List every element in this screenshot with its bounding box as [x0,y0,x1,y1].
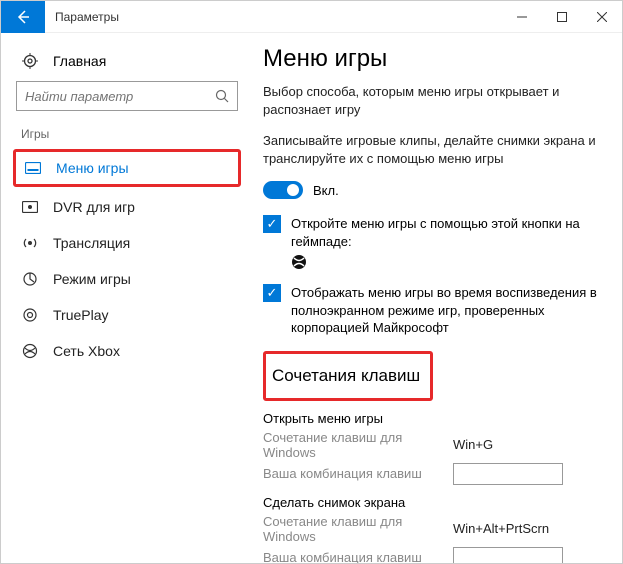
trueplay-icon [21,307,39,323]
close-icon [597,12,607,22]
shortcut-windows-label: Сочетание клавиш для Windows [263,430,453,460]
window-title: Параметры [45,10,502,24]
shortcut-title: Сделать снимок экрана [263,495,600,510]
toggle-knob [287,184,299,196]
maximize-button[interactable] [542,1,582,33]
toggle-label: Вкл. [313,183,339,198]
shortcut-user-label: Ваша комбинация клавиш [263,550,453,563]
shortcut-windows-value: Win+G [453,437,493,452]
sidebar-item-dvr[interactable]: DVR для игр [1,189,253,225]
shortcut-windows-label: Сочетание клавиш для Windows [263,514,453,544]
page-title: Меню игры [263,45,600,73]
xbox-guide-icon [291,254,307,270]
shortcut-user-label: Ваша комбинация клавиш [263,466,453,481]
home-link[interactable]: Главная [1,45,253,81]
sidebar: Главная Игры Меню игры DVR для игр [1,33,253,563]
gamemode-icon [21,271,39,287]
shortcuts-heading: Сочетания клавиш [272,366,420,386]
gear-icon [21,53,39,69]
gamebar-toggle[interactable] [263,181,303,199]
sidebar-item-broadcast[interactable]: Трансляция [1,225,253,261]
close-button[interactable] [582,1,622,33]
sidebar-item-label: Трансляция [53,235,130,251]
minimize-button[interactable] [502,1,542,33]
shortcut-windows-value: Win+Alt+PrtScrn [453,521,549,536]
search-input[interactable] [25,89,215,104]
search-box[interactable] [16,81,238,111]
dvr-icon [21,201,39,213]
arrow-left-icon [15,9,31,25]
highlight-annotation: Меню игры [13,149,241,187]
main-content: Меню игры Выбор способа, которым меню иг… [253,33,622,563]
home-label: Главная [53,53,106,69]
sidebar-item-game-bar[interactable]: Меню игры [16,152,238,184]
gamebar-icon [24,162,42,174]
checkbox-label: Откройте меню игры с помощью этой кнопки… [291,215,600,250]
page-description-1: Выбор способа, которым меню игры открыва… [263,83,600,118]
sidebar-item-label: DVR для игр [53,199,135,215]
sidebar-item-label: TruePlay [53,307,109,323]
title-bar: Параметры [1,1,622,33]
checkbox-label: Отображать меню игры во время воспизведе… [291,284,600,337]
checkbox-controller-open[interactable]: ✓ [263,215,281,233]
shortcut-group-open: Открыть меню игры Сочетание клавиш для W… [263,411,600,485]
page-description-2: Записывайте игровые клипы, делайте снимк… [263,132,600,167]
shortcut-user-input[interactable] [453,547,563,563]
shortcut-group-screenshot: Сделать снимок экрана Сочетание клавиш д… [263,495,600,563]
sidebar-item-label: Меню игры [56,160,129,176]
search-icon [215,89,229,103]
back-button[interactable] [1,1,45,33]
highlight-annotation: Сочетания клавиш [263,351,433,401]
xbox-network-icon [21,343,39,359]
sidebar-item-label: Сеть Xbox [53,343,120,359]
shortcut-title: Открыть меню игры [263,411,600,426]
sidebar-item-trueplay[interactable]: TruePlay [1,297,253,333]
shortcut-user-input[interactable] [453,463,563,485]
sidebar-item-xbox-network[interactable]: Сеть Xbox [1,333,253,369]
maximize-icon [557,12,567,22]
minimize-icon [517,12,527,22]
broadcast-icon [21,235,39,251]
checkbox-fullscreen-verified[interactable]: ✓ [263,284,281,302]
sidebar-item-label: Режим игры [53,271,131,287]
nav-group-label: Игры [1,127,253,149]
sidebar-item-game-mode[interactable]: Режим игры [1,261,253,297]
